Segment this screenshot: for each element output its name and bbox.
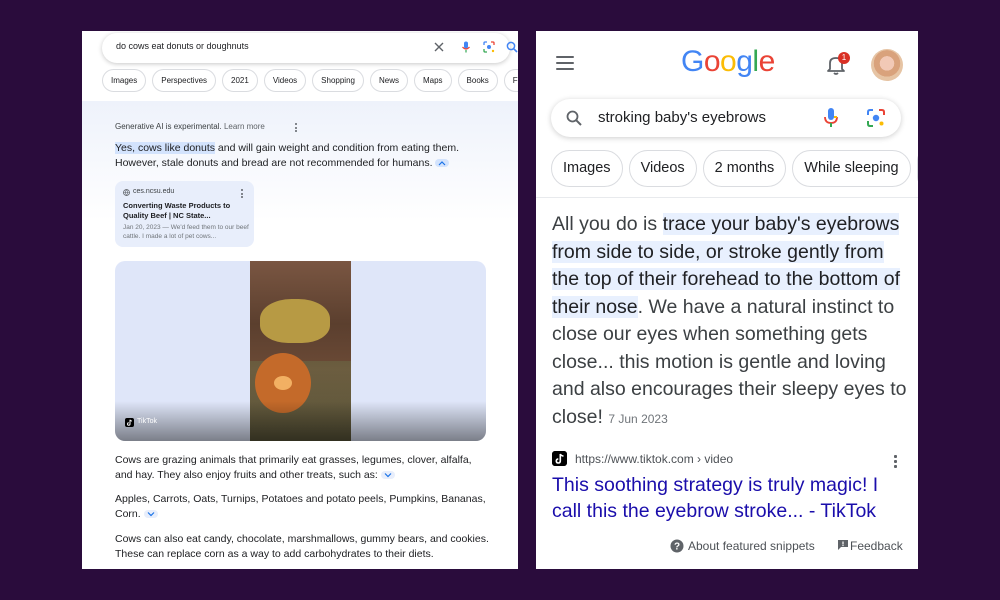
- source-url[interactable]: https://www.tiktok.com › video: [575, 452, 733, 466]
- source-title[interactable]: Converting Waste Products to Quality Bee…: [123, 201, 247, 221]
- more-vert-icon[interactable]: [894, 455, 897, 470]
- chevron-down-icon[interactable]: [143, 510, 158, 519]
- chip-flights[interactable]: Flights: [503, 69, 518, 92]
- ai-overview-header: Generative AI is experimental. Learn mor…: [115, 122, 265, 131]
- more-vert-icon[interactable]: [295, 123, 298, 134]
- lens-icon[interactable]: [482, 40, 496, 54]
- chip-news[interactable]: News: [369, 69, 408, 92]
- google-logo[interactable]: Google: [681, 45, 775, 79]
- video-thumbnail[interactable]: TikTok: [115, 261, 486, 441]
- ai-paragraph-2: Cows are grazing animals that primarily …: [115, 453, 490, 483]
- chevron-down-icon[interactable]: [380, 471, 395, 480]
- mic-icon[interactable]: [823, 107, 839, 129]
- chip-2021[interactable]: 2021: [222, 69, 258, 92]
- about-featured-snippets-link[interactable]: About featured snippets: [688, 539, 815, 553]
- video-source-label: TikTok: [137, 418, 157, 425]
- learn-more-link[interactable]: Learn more: [224, 122, 265, 131]
- menu-icon[interactable]: [556, 56, 574, 74]
- ai-answer: Yes, cows like donuts and will gain weig…: [115, 141, 490, 171]
- chip-videos[interactable]: Videos: [628, 150, 697, 187]
- search-icon[interactable]: [565, 109, 583, 127]
- search-query[interactable]: stroking baby's eyebrows: [598, 109, 766, 126]
- help-icon[interactable]: ?: [670, 539, 684, 553]
- chip-images[interactable]: Images: [102, 69, 147, 92]
- snippet-date: 7 Jun 2023: [608, 411, 668, 426]
- notification-badge: 1: [838, 52, 850, 64]
- tiktok-icon: [552, 451, 567, 466]
- snippet-pre: All you do is: [552, 213, 663, 235]
- ai-paragraph-3: Apples, Carrots, Oats, Turnips, Potatoes…: [115, 492, 490, 522]
- source-card[interactable]: ces.ncsu.edu Converting Waste Products t…: [115, 181, 254, 247]
- chip-images[interactable]: Images: [551, 150, 623, 187]
- left-screenshot: do cows eat donuts or doughnuts Images Pe…: [82, 31, 518, 569]
- ai-paragraph-4: Cows can also eat candy, chocolate, mars…: [115, 532, 490, 562]
- para-2-text: Cows are grazing animals that primarily …: [115, 454, 472, 481]
- more-vert-icon[interactable]: [241, 189, 244, 200]
- chip-perspectives[interactable]: Perspectives: [152, 69, 217, 92]
- answer-highlight: Yes, cows like donuts: [115, 142, 216, 154]
- chip-shopping[interactable]: Shopping: [312, 69, 364, 92]
- chip-more[interactable]: [916, 150, 918, 187]
- tiktok-icon: [125, 418, 134, 427]
- chip-videos[interactable]: Videos: [263, 69, 307, 92]
- para-3-text: Apples, Carrots, Oats, Turnips, Potatoes…: [115, 493, 486, 520]
- source-site: ces.ncsu.edu: [133, 188, 175, 195]
- globe-icon: [123, 189, 130, 196]
- chevron-up-icon[interactable]: [435, 159, 450, 168]
- source-snippet: Jan 20, 2023 — We'd feed them to our bee…: [123, 224, 249, 240]
- search-bar[interactable]: stroking baby's eyebrows: [551, 99, 901, 137]
- divider: [536, 197, 918, 198]
- chip-maps[interactable]: Maps: [413, 69, 452, 92]
- filter-chips: Images Videos 2 months While sleeping: [551, 150, 918, 188]
- feedback-link[interactable]: Feedback: [850, 539, 903, 553]
- chip-books[interactable]: Books: [457, 69, 498, 92]
- search-bar[interactable]: do cows eat donuts or doughnuts: [102, 33, 518, 63]
- search-icon[interactable]: [505, 40, 518, 54]
- featured-snippet: All you do is trace your baby's eyebrows…: [552, 211, 908, 433]
- chip-2-months[interactable]: 2 months: [702, 150, 787, 187]
- ai-label: Generative AI is experimental.: [115, 122, 222, 131]
- svg-text:?: ?: [674, 542, 680, 553]
- chip-while-sleeping[interactable]: While sleeping: [792, 150, 911, 187]
- lens-icon[interactable]: [866, 108, 886, 128]
- feedback-icon[interactable]: [837, 539, 849, 551]
- close-icon[interactable]: [432, 40, 446, 54]
- filter-chips: Images Perspectives 2021 Videos Shopping News…: [102, 69, 518, 93]
- search-query[interactable]: do cows eat donuts or doughnuts: [116, 41, 249, 51]
- right-screenshot: Google 1 stroking baby's eyebrows Images…: [536, 31, 918, 569]
- result-title-link[interactable]: This soothing strategy is truly magic! I…: [552, 472, 902, 524]
- avatar[interactable]: [871, 49, 903, 81]
- para-4-text: Cows can also eat candy, chocolate, mars…: [115, 533, 489, 560]
- mic-icon[interactable]: [459, 40, 473, 54]
